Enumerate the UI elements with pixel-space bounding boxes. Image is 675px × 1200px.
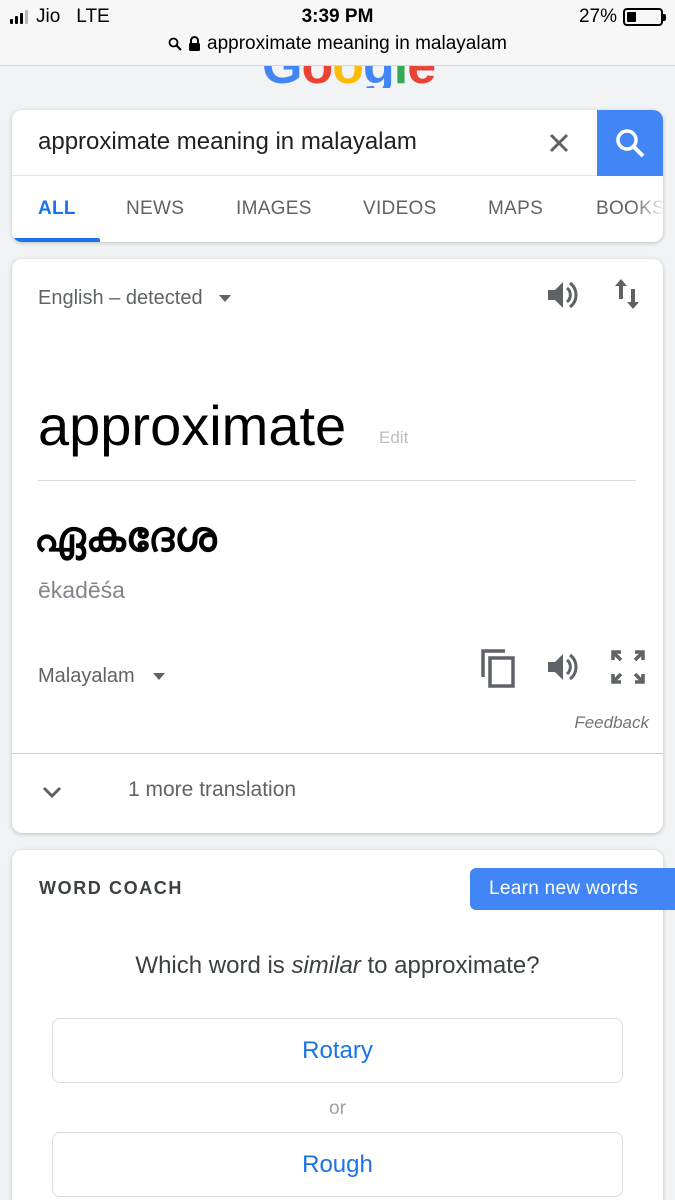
translated-word: ഏകദേശ: [34, 513, 217, 560]
dropdown-arrow-icon: [152, 673, 165, 680]
google-logo[interactable]: Google: [262, 66, 436, 88]
search-input[interactable]: approximate meaning in malayalam: [38, 128, 417, 156]
word-coach-title: WORD COACH: [39, 878, 183, 898]
question-prefix: Which word is: [135, 952, 292, 979]
clock: 3:39 PM: [301, 6, 374, 27]
translate-card: English – detected approximate Edit ഏകദേ…: [12, 259, 663, 833]
search-icon: [168, 37, 182, 51]
transliteration: ēkadēśa: [38, 577, 125, 603]
status-bar: Jio LTE 3:39 PM 27% approximate meaning …: [0, 0, 675, 66]
copy-icon: [481, 649, 515, 688]
battery-percent: 27%: [578, 6, 617, 27]
tab-maps[interactable]: MAPS: [488, 198, 543, 220]
tab-videos[interactable]: VIDEOS: [363, 198, 437, 220]
source-language-select[interactable]: English – detected: [38, 287, 231, 310]
question-suffix: to approximate?: [360, 952, 540, 979]
question-emphasis: similar: [291, 952, 361, 979]
speaker-icon: [548, 281, 578, 309]
answer-option-1[interactable]: Rotary: [52, 1018, 623, 1083]
speaker-icon: [548, 653, 578, 681]
answer-option-2[interactable]: Rough: [52, 1132, 623, 1197]
lock-icon: [189, 36, 201, 51]
chevron-down-icon: [42, 786, 62, 799]
word-coach-card: WORD COACH Learn new words Which word is…: [12, 850, 675, 1200]
clear-button[interactable]: [544, 128, 574, 158]
clear-icon: [549, 133, 569, 153]
more-translations-label: 1 more translation: [128, 778, 297, 801]
source-word: approximate: [38, 394, 347, 457]
battery-info: 27%: [578, 6, 666, 28]
fullscreen-icon: [611, 650, 645, 684]
feedback-link[interactable]: Feedback: [574, 713, 649, 733]
address-bar[interactable]: approximate meaning in malayalam: [0, 33, 675, 55]
edit-link[interactable]: Edit: [379, 428, 408, 448]
copy-button[interactable]: [479, 647, 517, 694]
search-card: approximate meaning in malayalam ALL NEW…: [12, 110, 663, 242]
url-text: approximate meaning in malayalam: [207, 33, 507, 54]
target-language-select[interactable]: Malayalam: [38, 665, 165, 688]
word-coach-question: Which word is similar to approximate?: [12, 952, 663, 980]
tab-images[interactable]: IMAGES: [236, 198, 312, 220]
or-separator: or: [329, 1098, 346, 1119]
tab-all[interactable]: ALL: [38, 198, 76, 220]
tab-books[interactable]: BOOKS: [596, 198, 663, 220]
fullscreen-button[interactable]: [611, 650, 645, 689]
source-speaker-button[interactable]: [545, 277, 581, 318]
more-translations-toggle[interactable]: 1 more translation: [12, 754, 663, 833]
target-speaker-button[interactable]: [545, 649, 581, 690]
search-button[interactable]: [597, 110, 663, 176]
swap-languages-button[interactable]: [612, 277, 642, 316]
dropdown-arrow-icon: [218, 295, 231, 302]
active-tab-indicator: [12, 238, 100, 242]
swap-icon: [615, 279, 639, 309]
divider: [38, 480, 636, 481]
tab-news[interactable]: NEWS: [126, 198, 184, 220]
battery-icon: [623, 8, 666, 26]
learn-new-words-button[interactable]: Learn new words: [470, 868, 675, 910]
target-language-label: Malayalam: [38, 665, 135, 687]
search-tabs: ALL NEWS IMAGES VIDEOS MAPS BOOKS: [12, 176, 663, 242]
source-language-label: English – detected: [38, 287, 203, 309]
search-icon: [616, 129, 645, 158]
search-bar: approximate meaning in malayalam: [12, 110, 663, 176]
google-logo-area: Google: [0, 66, 675, 88]
